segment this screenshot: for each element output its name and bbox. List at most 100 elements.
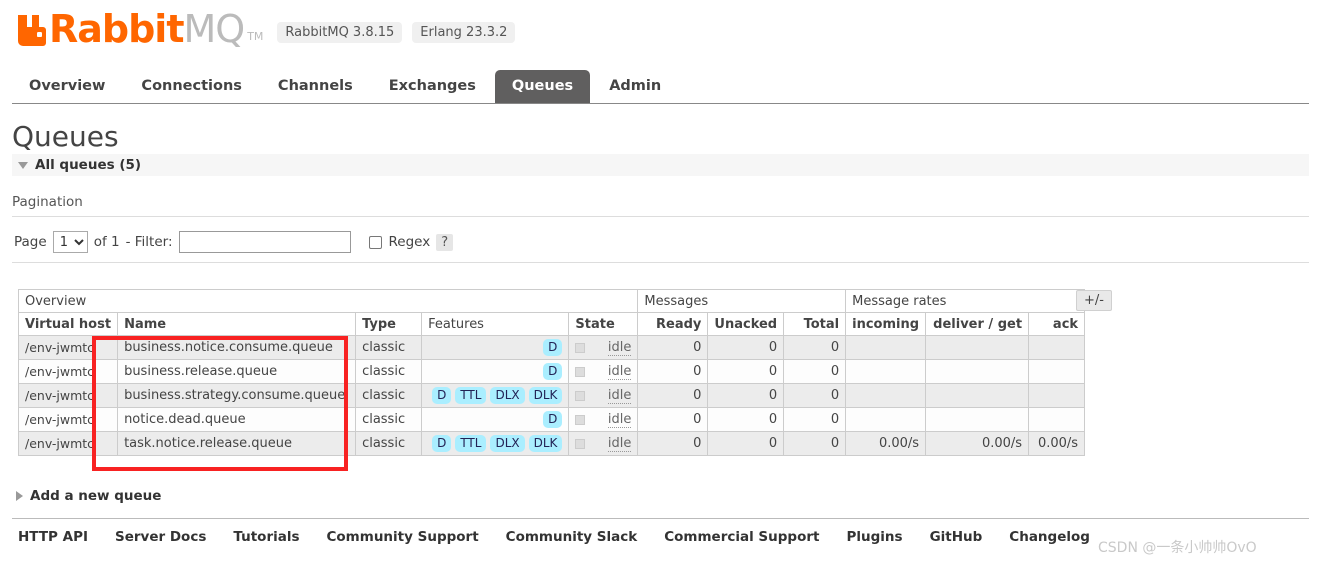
brand-name-secondary: MQ [183,7,246,51]
feature-pill-d: D [432,435,452,452]
feature-pill-d: D [543,339,563,356]
cell-state: idle [568,407,639,432]
group-header-message-rates: Message rates [845,289,1086,313]
group-header-overview: Overview [17,289,639,313]
cell-unacked: 0 [707,407,785,432]
tab-exchanges[interactable]: Exchanges [372,70,493,103]
filter-label: - Filter: [125,234,173,250]
cell-queue-name[interactable]: business.notice.consume.queue [117,335,357,360]
col-type[interactable]: Type [355,312,423,336]
column-header-row: Virtual host Name Type Features State Re… [17,312,1086,336]
footer-link-github[interactable]: GitHub [930,529,983,545]
col-ack[interactable]: ack [1028,312,1086,336]
queues-table-head: Overview Messages Message rates Virtual … [17,289,1086,336]
filter-input[interactable] [178,231,351,253]
cell-type: classic [355,407,423,432]
cell-ready: 0 [637,359,709,384]
footer-link-changelog[interactable]: Changelog [1009,529,1090,545]
state-label: idle [607,411,632,428]
cell-features: D TTL DLX DLK [421,431,570,456]
cell-virtual-host: /env-jwmtc [17,359,119,384]
state-indicator-icon [575,390,586,401]
table-row[interactable]: /env-jwmtc business.notice.consume.queue c… [17,335,1086,360]
footer-link-community-slack[interactable]: Community Slack [506,529,638,545]
add-new-queue-section[interactable]: Add a new queue [16,488,161,504]
feature-pill-d: D [432,387,452,404]
chevron-right-icon [16,491,23,501]
tab-channels[interactable]: Channels [261,70,370,103]
pagination-divider-bottom [12,262,1309,263]
table-row[interactable]: /env-jwmtc business.release.queue classic D… [17,359,1086,384]
cell-total: 0 [783,335,847,360]
footer-links: HTTP API Server Docs Tutorials Community Su… [18,529,1090,545]
col-name[interactable]: Name [117,312,357,336]
cell-incoming [845,407,927,432]
footer-link-tutorials[interactable]: Tutorials [233,529,299,545]
col-unacked[interactable]: Unacked [707,312,785,336]
all-queues-label: All queues (5) [35,157,142,173]
cell-virtual-host: /env-jwmtc [17,335,119,360]
version-badge-list: RabbitMQ 3.8.15 Erlang 23.3.2 [277,22,516,43]
footer-link-server-docs[interactable]: Server Docs [115,529,206,545]
cell-unacked: 0 [707,383,785,408]
version-badge-rabbitmq: RabbitMQ 3.8.15 [277,22,403,43]
col-virtual-host[interactable]: Virtual host [17,312,119,336]
toggle-columns-button[interactable]: +/- [1076,290,1112,311]
page-select[interactable]: 1 [52,231,88,253]
col-ready[interactable]: Ready [637,312,709,336]
page-label: Page [14,234,47,250]
cell-features: D [421,359,570,384]
regex-checkbox[interactable] [368,235,382,249]
feature-pill-d: D [543,411,563,428]
col-total[interactable]: Total [783,312,847,336]
cell-incoming [845,335,927,360]
col-incoming[interactable]: incoming [845,312,927,336]
cell-virtual-host: /env-jwmtc [17,431,119,456]
footer-link-community-support[interactable]: Community Support [327,529,479,545]
pagination-controls: Page 1 of 1 - Filter: Regex ? [14,231,459,253]
col-features[interactable]: Features [421,312,570,336]
state-indicator-icon [575,438,586,449]
cell-incoming [845,359,927,384]
table-row[interactable]: /env-jwmtc notice.dead.queue classic Didle 0… [17,407,1086,432]
footer-link-plugins[interactable]: Plugins [846,529,902,545]
cell-queue-name[interactable]: business.strategy.consume.queue [117,383,357,408]
csdn-watermark: CSDN @一条小帅帅OvO [1098,540,1257,556]
chevron-down-icon [18,161,28,169]
cell-features: D [421,335,570,360]
app-header: Rabbit MQ TM RabbitMQ 3.8.15 Erlang 23.3.… [0,0,1321,66]
cell-virtual-host: /env-jwmtc [17,407,119,432]
all-queues-section-header[interactable]: All queues (5) [12,154,1309,176]
tab-overview[interactable]: Overview [12,70,122,103]
cell-ready: 0 [637,335,709,360]
brand-logo[interactable]: Rabbit MQ TM RabbitMQ 3.8.15 Erlang 23.3.… [18,10,1321,49]
regex-help-icon[interactable]: ? [436,233,454,251]
tab-admin[interactable]: Admin [592,70,678,103]
state-label: idle [607,363,632,380]
state-indicator-icon [575,414,586,425]
footer-link-http-api[interactable]: HTTP API [18,529,88,545]
cell-features: D [421,407,570,432]
cell-queue-name[interactable]: business.release.queue [117,359,357,384]
feature-pill-d: D [543,363,563,380]
pagination-heading: Pagination [12,194,83,210]
table-row[interactable]: /env-jwmtc business.strategy.consume.queu… [17,383,1086,408]
tab-queues[interactable]: Queues [494,69,591,103]
cell-queue-name[interactable]: notice.dead.queue [117,407,357,432]
cell-ack [1028,359,1086,384]
cell-virtual-host: /env-jwmtc [17,383,119,408]
cell-type: classic [355,383,423,408]
group-header-messages: Messages [637,289,847,313]
cell-queue-name[interactable]: task.notice.release.queue [117,431,357,456]
queues-table: Overview Messages Message rates Virtual … [17,289,1086,456]
regex-label: Regex [388,234,431,250]
col-deliver-get[interactable]: deliver / get [925,312,1030,336]
col-state[interactable]: State [568,312,639,336]
queues-table-wrapper: Overview Messages Message rates Virtual … [17,289,1086,456]
table-row[interactable]: /env-jwmtc task.notice.release.queue class… [17,431,1086,456]
tab-connections[interactable]: Connections [124,70,259,103]
cell-deliver-get [925,407,1030,432]
cell-total: 0 [783,359,847,384]
footer-link-commercial-support[interactable]: Commercial Support [664,529,819,545]
cell-incoming: 0.00/s [845,431,927,456]
